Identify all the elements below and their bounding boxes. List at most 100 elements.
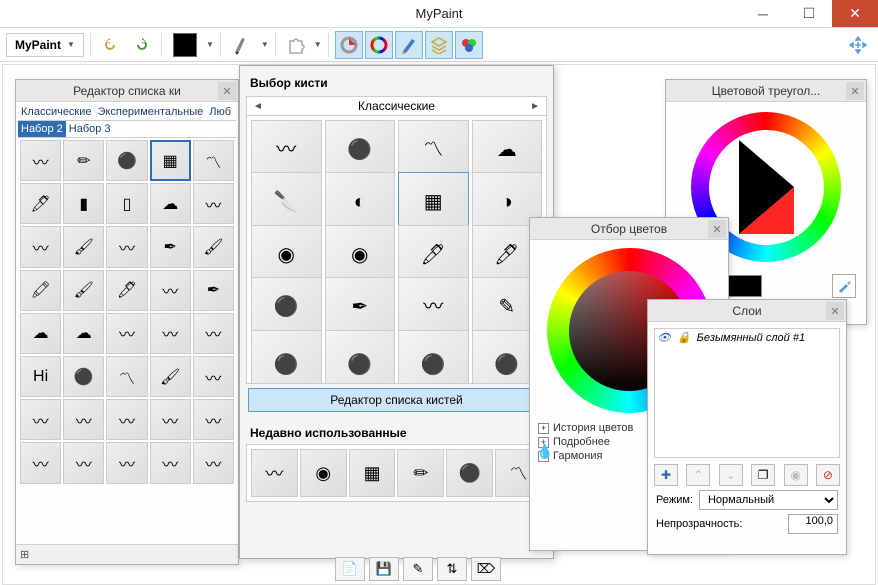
brush-thumb[interactable]: ☁ <box>150 183 191 224</box>
merge-layer-button[interactable]: ◉ <box>784 464 808 486</box>
brush-thumb[interactable]: ☁ <box>63 313 104 354</box>
chevron-down-icon[interactable]: ▼ <box>261 40 269 49</box>
layers-button[interactable] <box>425 31 453 59</box>
brush-thumb[interactable]: 🖌 <box>193 226 234 267</box>
brush-thumb[interactable]: 〰 <box>150 442 191 483</box>
brush-thumb[interactable]: 〰 <box>193 356 234 397</box>
save-brush-button[interactable]: 💾 <box>369 557 399 581</box>
panel-header[interactable]: Цветовой треугол... ✕ <box>666 80 866 102</box>
recent-brush[interactable]: ⚫ <box>446 449 493 497</box>
brush-thumb[interactable]: ▯ <box>106 183 147 224</box>
brush-button[interactable] <box>227 31 257 59</box>
brush-thumb[interactable]: 🖊 <box>106 270 147 311</box>
brush-thumb[interactable]: 〰 <box>63 442 104 483</box>
brush-thumb[interactable]: 〰 <box>20 399 61 440</box>
delete-brush-button[interactable]: ⌦ <box>471 557 501 581</box>
brush-thumb[interactable]: 〽 <box>106 356 147 397</box>
brush-thumb[interactable]: 〰 <box>193 442 234 483</box>
recent-brush[interactable]: 〰 <box>251 449 298 497</box>
chooser-brush[interactable]: ⚫ <box>251 330 322 384</box>
chevron-right-icon[interactable]: ► <box>530 101 540 112</box>
brush-thumb[interactable]: Hi <box>20 356 61 397</box>
chevron-down-icon[interactable]: ▼ <box>206 40 214 49</box>
chooser-brush[interactable]: ⚫ <box>398 330 469 384</box>
add-icon[interactable]: ⊞ <box>20 548 29 561</box>
brush-thumb[interactable]: ▦ <box>150 140 191 181</box>
close-button[interactable]: ✕ <box>832 0 878 27</box>
brush-thumb[interactable]: ✏ <box>63 140 104 181</box>
brush-thumb[interactable]: 〽 <box>193 140 234 181</box>
brush-thumb[interactable]: 〰 <box>150 270 191 311</box>
brush-thumb[interactable]: 🖊 <box>20 183 61 224</box>
color-button[interactable] <box>168 31 202 59</box>
eyedropper-button[interactable] <box>832 274 856 298</box>
brush-thumb[interactable]: ▮ <box>63 183 104 224</box>
recent-brush[interactable]: ▦ <box>349 449 396 497</box>
panel-header[interactable]: Слои ✕ <box>648 300 846 322</box>
maximize-button[interactable]: ☐ <box>786 0 832 27</box>
close-icon[interactable]: ✕ <box>218 82 236 100</box>
brush-thumb[interactable]: 〰 <box>20 226 61 267</box>
recent-brush[interactable]: ◉ <box>300 449 347 497</box>
close-icon[interactable]: ✕ <box>708 220 726 238</box>
gradient-ring-button[interactable] <box>335 31 363 59</box>
mix-button[interactable] <box>455 31 483 59</box>
redo-button[interactable] <box>127 31 155 59</box>
new-brush-button[interactable]: 📄 <box>335 557 365 581</box>
tab-set-3[interactable]: Набор 3 <box>66 121 114 137</box>
brush2-button[interactable] <box>395 31 423 59</box>
layer-row[interactable]: 👁 🔒 Безымянный слой #1 <box>657 331 837 344</box>
brush-thumb[interactable]: ⚫ <box>106 140 147 181</box>
undo-button[interactable] <box>97 31 125 59</box>
brush-thumb[interactable]: 〰 <box>150 313 191 354</box>
brush-thumb[interactable]: 〰 <box>106 226 147 267</box>
brush-thumb[interactable]: ✒ <box>150 226 191 267</box>
brush-thumb[interactable]: ☁ <box>20 313 61 354</box>
brush-thumb[interactable]: 〰 <box>193 183 234 224</box>
brush-thumb[interactable]: ⚫ <box>63 356 104 397</box>
brush-thumb[interactable]: 🖌 <box>63 270 104 311</box>
minimize-button[interactable]: ─ <box>740 0 786 27</box>
chevron-down-icon[interactable]: ▼ <box>314 40 322 49</box>
blend-mode-select[interactable]: Нормальный <box>699 490 838 510</box>
tab-experimental[interactable]: Экспериментальные <box>95 104 207 120</box>
move-up-button[interactable]: ⌃ <box>686 464 710 486</box>
duplicate-layer-button[interactable]: ❐ <box>751 464 775 486</box>
opacity-value[interactable]: 100,0 <box>788 514 838 534</box>
panel-header[interactable]: Отбор цветов ✕ <box>530 218 728 240</box>
brush-thumb[interactable]: 〰 <box>106 442 147 483</box>
add-layer-button[interactable]: ✚ <box>654 464 678 486</box>
copy-brush-button[interactable]: ⇅ <box>437 557 467 581</box>
eyedropper-icon[interactable]: 💧 <box>536 443 553 460</box>
chevron-left-icon[interactable]: ◄ <box>253 101 263 112</box>
tab-fav[interactable]: Люб <box>206 104 234 120</box>
panel-header[interactable]: Редактор списка ки ✕ <box>16 80 238 102</box>
close-icon[interactable]: ✕ <box>846 82 864 100</box>
tab-set-2[interactable]: Набор 2 <box>18 121 66 137</box>
move-down-button[interactable]: ⌄ <box>719 464 743 486</box>
brush-thumb[interactable]: 〰 <box>193 313 234 354</box>
brush-thumb[interactable]: 〰 <box>193 399 234 440</box>
chooser-brush[interactable]: ⚫ <box>325 330 396 384</box>
hue-ring-button[interactable] <box>365 31 393 59</box>
close-icon[interactable]: ✕ <box>826 302 844 320</box>
brush-thumb[interactable]: ✒ <box>193 270 234 311</box>
brush-thumb[interactable]: 〰 <box>20 140 61 181</box>
tab-classic[interactable]: Классические <box>18 104 95 120</box>
eye-icon[interactable]: 👁 <box>657 331 671 344</box>
brush-list-editor-button[interactable]: Редактор списка кистей <box>248 388 545 412</box>
brush-thumb[interactable]: 🖍 <box>20 270 61 311</box>
move-button[interactable] <box>844 31 872 59</box>
rename-brush-button[interactable]: ✎ <box>403 557 433 581</box>
color-triangle[interactable] <box>739 140 794 234</box>
brush-thumb[interactable]: 〰 <box>20 442 61 483</box>
brush-thumb[interactable]: 🖌 <box>63 226 104 267</box>
recent-brush[interactable]: ✏ <box>397 449 444 497</box>
brush-thumb[interactable]: 〰 <box>106 399 147 440</box>
app-menu-button[interactable]: MyPaint ▼ <box>6 33 84 57</box>
plugin-button[interactable] <box>282 31 310 59</box>
brush-thumb[interactable]: 〰 <box>150 399 191 440</box>
lock-icon[interactable]: 🔒 <box>677 331 691 344</box>
brush-thumb[interactable]: 〰 <box>63 399 104 440</box>
delete-layer-button[interactable]: ⊘ <box>816 464 840 486</box>
